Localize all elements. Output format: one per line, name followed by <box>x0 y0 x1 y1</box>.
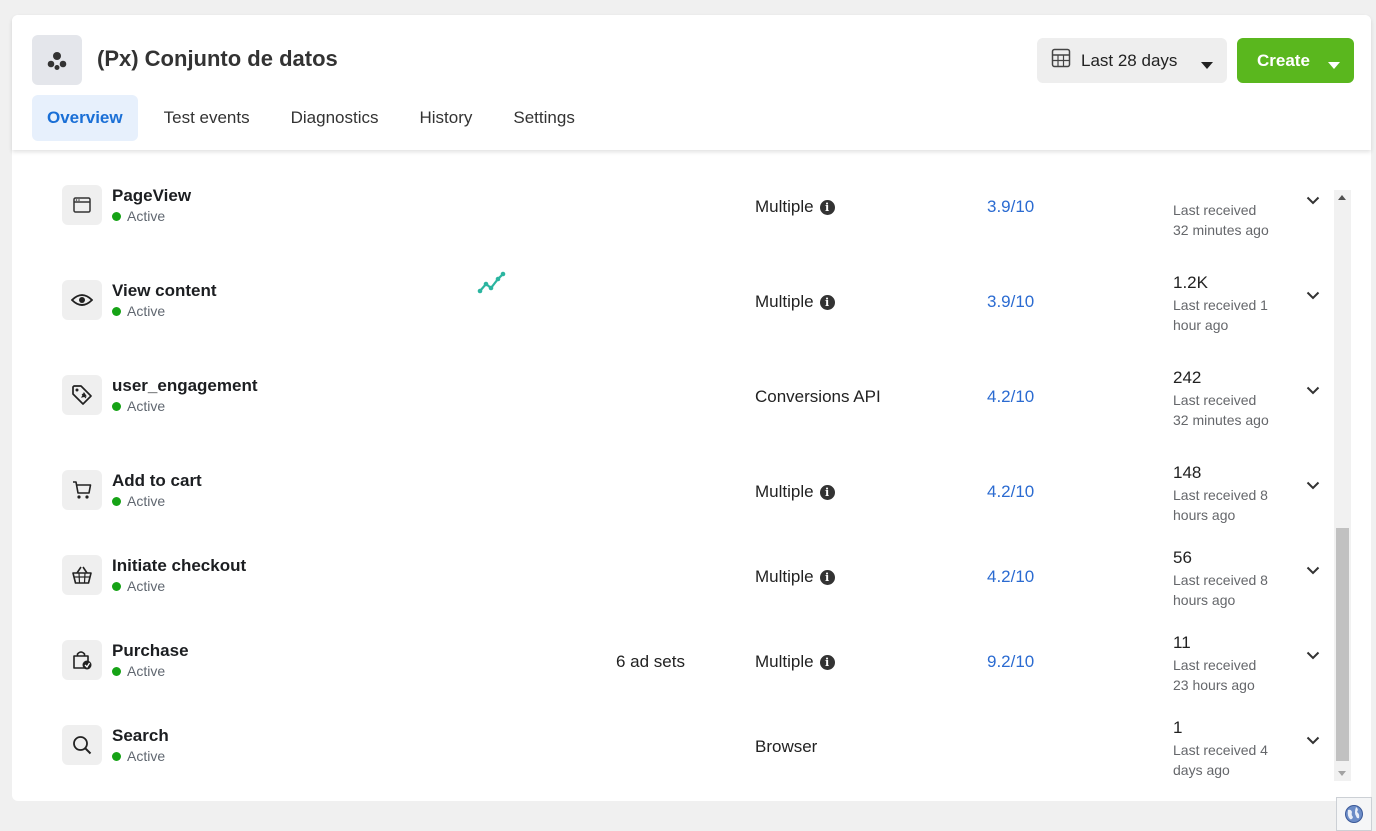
create-label: Create <box>1257 50 1310 70</box>
tab-history[interactable]: History <box>404 95 487 141</box>
vertical-scrollbar[interactable] <box>1334 190 1351 781</box>
event-row[interactable]: Purchase Active 6 ad sets Multiple i 9.2/… <box>12 633 1332 735</box>
event-row[interactable]: Search Active Browser 1 Last received 4 … <box>12 718 1332 801</box>
event-status: Active <box>112 398 165 414</box>
event-name[interactable]: PageView <box>112 186 191 206</box>
ad-sets-link[interactable]: 6 ad sets <box>616 652 685 672</box>
last-received: Last received 8 hours ago <box>1173 572 1268 608</box>
last-received: Last received 1 hour ago <box>1173 297 1268 333</box>
event-row[interactable]: Initiate checkout Active Multiple i 4.2/1… <box>12 548 1332 650</box>
tab-bar: Overview Test events Diagnostics History… <box>32 95 601 141</box>
search-icon <box>62 725 102 765</box>
event-name[interactable]: Search <box>112 726 169 746</box>
last-received: Last received 4 days ago <box>1173 742 1268 778</box>
event-row[interactable]: Add to cart Active Multiple i 4.2/10 148 … <box>12 463 1332 565</box>
event-source: Multiple i <box>755 567 835 587</box>
event-name[interactable]: Initiate checkout <box>112 556 246 576</box>
event-match-quality[interactable]: 4.2/10 <box>987 482 1034 502</box>
info-icon[interactable]: i <box>819 654 835 670</box>
event-source: Multiple i <box>755 292 835 312</box>
active-dot-icon <box>112 307 121 316</box>
scrollbar-thumb[interactable] <box>1336 528 1349 761</box>
event-status: Active <box>112 303 165 319</box>
event-status: Active <box>112 748 165 764</box>
event-match-quality[interactable]: 4.2/10 <box>987 387 1034 407</box>
trend-sparkline-icon <box>477 270 507 301</box>
event-source: Browser <box>755 737 818 756</box>
last-received: Last received 32 minutes ago <box>1173 392 1269 428</box>
last-received: Last received 23 hours ago <box>1173 657 1257 693</box>
event-count: 148 <box>1173 463 1202 482</box>
chevron-down-icon[interactable] <box>1306 477 1320 495</box>
dataset-icon <box>32 35 82 85</box>
chevron-down-icon[interactable] <box>1306 732 1320 750</box>
active-dot-icon <box>112 667 121 676</box>
event-count: 242 <box>1173 368 1202 387</box>
event-name[interactable]: Add to cart <box>112 471 202 491</box>
globe-icon[interactable] <box>1336 797 1372 831</box>
page-header: (Px) Conjunto de datos Last 28 days Crea… <box>12 15 1371 150</box>
event-status: Active <box>112 578 165 594</box>
active-dot-icon <box>112 212 121 221</box>
active-dot-icon <box>112 582 121 591</box>
event-source: Conversions API <box>755 387 881 406</box>
caret-down-icon <box>1201 55 1213 75</box>
active-dot-icon <box>112 497 121 506</box>
event-name[interactable]: View content <box>112 281 217 301</box>
cart-icon <box>62 470 102 510</box>
chevron-down-icon[interactable] <box>1306 192 1320 210</box>
chevron-down-icon[interactable] <box>1306 647 1320 665</box>
event-count: 11 <box>1173 633 1191 652</box>
chevron-down-icon[interactable] <box>1306 382 1320 400</box>
chevron-down-icon[interactable] <box>1306 562 1320 580</box>
event-match-quality[interactable]: 4.2/10 <box>987 567 1034 587</box>
event-source: Multiple i <box>755 482 835 502</box>
event-count: 56 <box>1173 548 1192 567</box>
event-source: Multiple i <box>755 197 835 217</box>
date-range-dropdown[interactable]: Last 28 days <box>1037 38 1227 83</box>
event-name[interactable]: user_engagement <box>112 376 258 396</box>
chevron-down-icon[interactable] <box>1306 287 1320 305</box>
active-dot-icon <box>112 402 121 411</box>
event-count: 1.2K <box>1173 273 1208 292</box>
last-received: Last received 8 hours ago <box>1173 487 1268 523</box>
event-match-quality[interactable]: 3.9/10 <box>987 292 1034 312</box>
caret-down-icon <box>1328 55 1340 75</box>
event-status: Active <box>112 493 165 509</box>
browser-window-icon <box>62 185 102 225</box>
tab-diagnostics[interactable]: Diagnostics <box>276 95 394 141</box>
event-name[interactable]: Purchase <box>112 641 189 661</box>
event-count: 1 <box>1173 718 1183 737</box>
scroll-down-arrow-icon[interactable] <box>1338 771 1346 776</box>
basket-icon <box>62 555 102 595</box>
dataset-card: (Px) Conjunto de datos Last 28 days Crea… <box>12 15 1371 801</box>
info-icon[interactable]: i <box>819 569 835 585</box>
event-row[interactable]: user_engagement Active Conversions API 4… <box>12 368 1332 470</box>
date-range-label: Last 28 days <box>1081 50 1178 70</box>
tab-settings[interactable]: Settings <box>498 95 589 141</box>
info-icon[interactable]: i <box>819 294 835 310</box>
last-received: Last received 32 minutes ago <box>1173 202 1269 238</box>
event-source: Multiple i <box>755 652 835 672</box>
event-match-quality[interactable]: 9.2/10 <box>987 652 1034 672</box>
event-status: Active <box>112 663 165 679</box>
scroll-up-arrow-icon[interactable] <box>1338 195 1346 200</box>
tab-test-events[interactable]: Test events <box>149 95 265 141</box>
event-row[interactable]: PageView Active Multiple i 3.9/10 Last re… <box>12 185 1332 280</box>
page-title: (Px) Conjunto de datos <box>97 46 338 71</box>
create-button[interactable]: Create <box>1237 38 1354 83</box>
event-row[interactable]: View content Active Multiple i 3.9/10 1.2… <box>12 271 1332 375</box>
info-icon[interactable]: i <box>819 484 835 500</box>
event-status: Active <box>112 208 165 224</box>
shopping-bag-icon <box>62 640 102 680</box>
calendar-grid-icon <box>1051 48 1071 73</box>
tag-icon <box>62 375 102 415</box>
event-match-quality[interactable]: 3.9/10 <box>987 197 1034 217</box>
eye-icon <box>62 280 102 320</box>
info-icon[interactable]: i <box>819 199 835 215</box>
events-list: PageView Active Multiple i 3.9/10 Last re… <box>12 150 1371 801</box>
active-dot-icon <box>112 752 121 761</box>
tab-overview[interactable]: Overview <box>32 95 138 141</box>
